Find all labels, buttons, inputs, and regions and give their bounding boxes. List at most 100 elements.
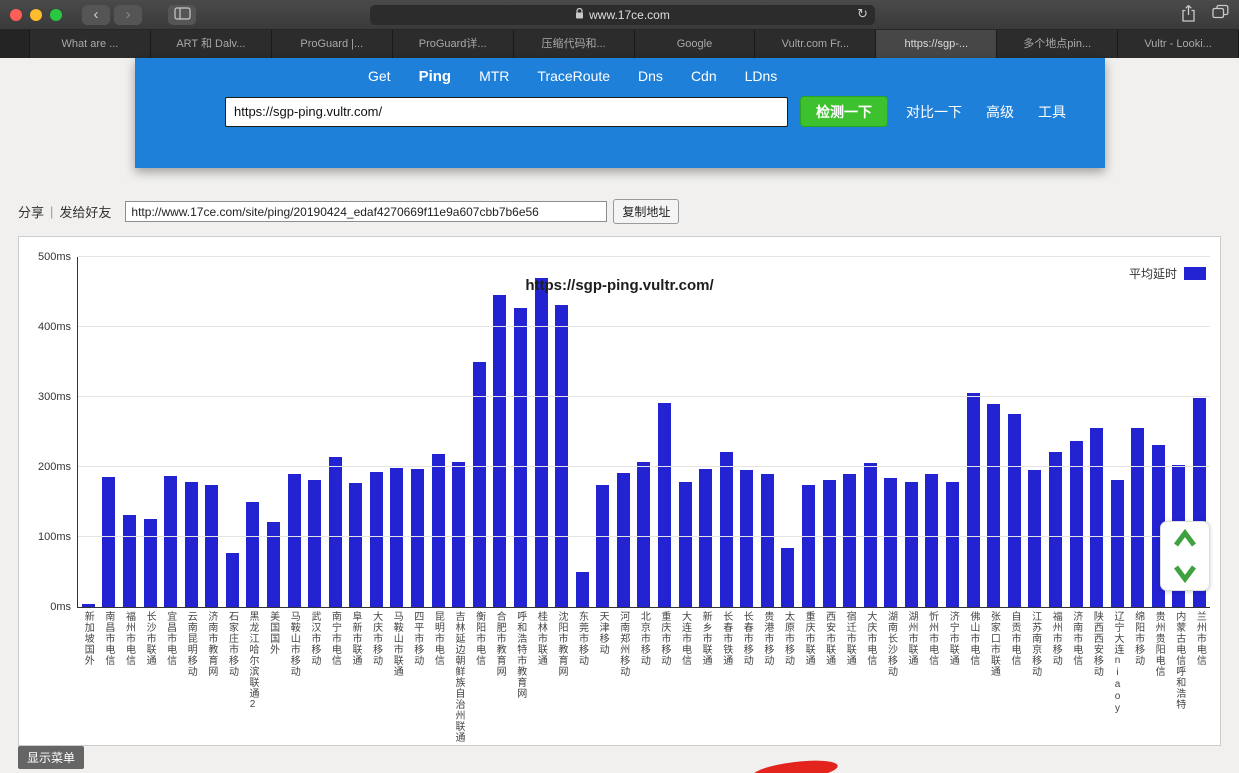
bar xyxy=(225,553,239,607)
x-label-slot: 陕西西安移动 xyxy=(1086,611,1107,743)
site-header: Get Ping MTR TraceRoute Dns Cdn LDns 检测一下 对比一下… xyxy=(135,58,1105,168)
minimize-button[interactable] xyxy=(30,8,42,21)
extra-link[interactable]: 高级 xyxy=(986,102,1014,122)
x-label-slot: 西安市联通 xyxy=(818,611,839,743)
address-bar[interactable]: www.17ce.com ↻ xyxy=(370,5,875,25)
x-label: 河南郑州移动 xyxy=(617,611,629,677)
forward-button[interactable]: › xyxy=(114,4,142,25)
zoom-button[interactable] xyxy=(50,8,62,21)
bar xyxy=(904,482,918,607)
bar-slot xyxy=(119,515,140,607)
tabs-overview-icon xyxy=(1212,4,1229,19)
browser-tab[interactable]: 压缩代码和... xyxy=(513,30,635,58)
extra-link[interactable]: 对比一下 xyxy=(906,102,962,122)
sidebar-toggle-button[interactable] xyxy=(168,4,196,25)
url-input[interactable] xyxy=(225,96,788,127)
x-label: 大庆市移动 xyxy=(370,611,382,666)
browser-tab[interactable] xyxy=(0,30,30,58)
back-button[interactable]: ‹ xyxy=(82,4,110,25)
nav-item-ldns[interactable]: LDns xyxy=(745,68,778,84)
check-button[interactable]: 检测一下 xyxy=(800,96,888,127)
bar-slot xyxy=(839,474,860,607)
bar-slot xyxy=(592,485,613,607)
x-label: 北京市移动 xyxy=(638,611,650,666)
nav-item-dns[interactable]: Dns xyxy=(638,68,663,84)
x-label: 南昌市电信 xyxy=(102,611,114,666)
x-label-slot: 黑龙江哈尔滨联通2 xyxy=(242,611,263,743)
bar-slot xyxy=(1107,480,1128,607)
bar-slot xyxy=(407,469,428,607)
bar-slot xyxy=(1127,428,1148,607)
bar xyxy=(616,473,630,607)
bar xyxy=(596,485,610,607)
scroll-down-button[interactable] xyxy=(1161,556,1209,590)
show-menu-button[interactable]: 显示菜单 xyxy=(18,746,85,769)
share-button[interactable] xyxy=(1181,4,1196,28)
x-label: 太原市移动 xyxy=(782,611,794,666)
browser-tab[interactable]: What are ... xyxy=(30,30,151,58)
x-label-slot: 北京市移动 xyxy=(633,611,654,743)
browser-tab[interactable]: Google xyxy=(634,30,756,58)
browser-tab[interactable]: 多个地点pin... xyxy=(997,30,1119,58)
x-label: 昆明市电信 xyxy=(432,611,444,666)
close-button[interactable] xyxy=(10,8,22,21)
extra-link[interactable]: 工具 xyxy=(1038,102,1066,122)
x-label: 大连市电信 xyxy=(679,611,691,666)
x-label-slot: 大连市电信 xyxy=(674,611,695,743)
browser-tab[interactable]: ProGuard |... xyxy=(271,30,393,58)
browser-tab[interactable]: Vultr - Looki... xyxy=(1118,30,1239,58)
nav-item-mtr[interactable]: MTR xyxy=(479,68,509,84)
result-url-input[interactable] xyxy=(125,201,608,222)
refresh-icon[interactable]: ↻ xyxy=(857,6,868,22)
bar xyxy=(81,604,95,607)
bar-slot xyxy=(757,474,778,607)
x-label: 石家庄市移动 xyxy=(226,611,238,677)
x-label: 佛山市电信 xyxy=(967,611,979,666)
share-label: 分享 xyxy=(18,205,45,220)
bar xyxy=(637,462,651,607)
bar-slot xyxy=(1025,470,1046,607)
bar-slot xyxy=(983,404,1004,607)
x-label-slot: 阜新市联通 xyxy=(345,611,366,743)
nav-item-ping[interactable]: Ping xyxy=(419,68,452,85)
x-label-slot: 福州市移动 xyxy=(1045,611,1066,743)
x-label-slot: 宿迁市联通 xyxy=(839,611,860,743)
scroll-up-button[interactable] xyxy=(1161,522,1209,556)
nav-item-get[interactable]: Get xyxy=(368,68,391,84)
bar-slot xyxy=(263,522,284,607)
bar-slot xyxy=(654,403,675,607)
x-label: 贵港市移动 xyxy=(761,611,773,666)
bar-slot xyxy=(922,474,943,607)
gridline xyxy=(78,396,1210,397)
bar-slot xyxy=(695,469,716,607)
titlebar: ‹ › www.17ce.com ↻ xyxy=(0,0,1239,30)
x-label-slot: 大庆市电信 xyxy=(860,611,881,743)
bar xyxy=(863,463,877,607)
bar xyxy=(143,519,157,607)
bar-slot xyxy=(675,482,696,607)
browser-tab[interactable]: ProGuard详... xyxy=(392,30,514,58)
x-label: 福州市电信 xyxy=(123,611,135,666)
browser-tab[interactable]: ART 和 Dalv... xyxy=(150,30,272,58)
x-label-slot: 昆明市电信 xyxy=(427,611,448,743)
tabs-overview-button[interactable] xyxy=(1212,4,1229,28)
bar xyxy=(513,308,527,607)
x-label-slot: 佛山市电信 xyxy=(963,611,984,743)
browser-tab[interactable]: Vultr.com Fr... xyxy=(755,30,877,58)
nav-item-traceroute[interactable]: TraceRoute xyxy=(537,68,610,84)
friend-link[interactable]: 发给好友 xyxy=(59,202,111,221)
bar-slot xyxy=(469,362,490,607)
x-label: 忻州市电信 xyxy=(926,611,938,666)
x-label: 桂林市联通 xyxy=(535,611,547,666)
nav-item-cdn[interactable]: Cdn xyxy=(691,68,717,84)
bar xyxy=(102,477,116,607)
bar xyxy=(1048,452,1062,607)
x-label-slot: 吉林延边朝鲜族自治州联通 xyxy=(448,611,469,743)
bar xyxy=(781,548,795,607)
browser-tab[interactable]: https://sgp-... xyxy=(876,30,998,58)
x-label: 张家口市联通 xyxy=(988,611,1000,677)
x-label: 自贡市电信 xyxy=(1009,611,1021,666)
copy-button[interactable]: 复制地址 xyxy=(613,199,680,224)
chart-panel: 平均延时 https://sgp-ping.vultr.com/ 新加坡国外 南昌… xyxy=(18,236,1221,746)
y-tick: 400ms xyxy=(37,321,71,333)
